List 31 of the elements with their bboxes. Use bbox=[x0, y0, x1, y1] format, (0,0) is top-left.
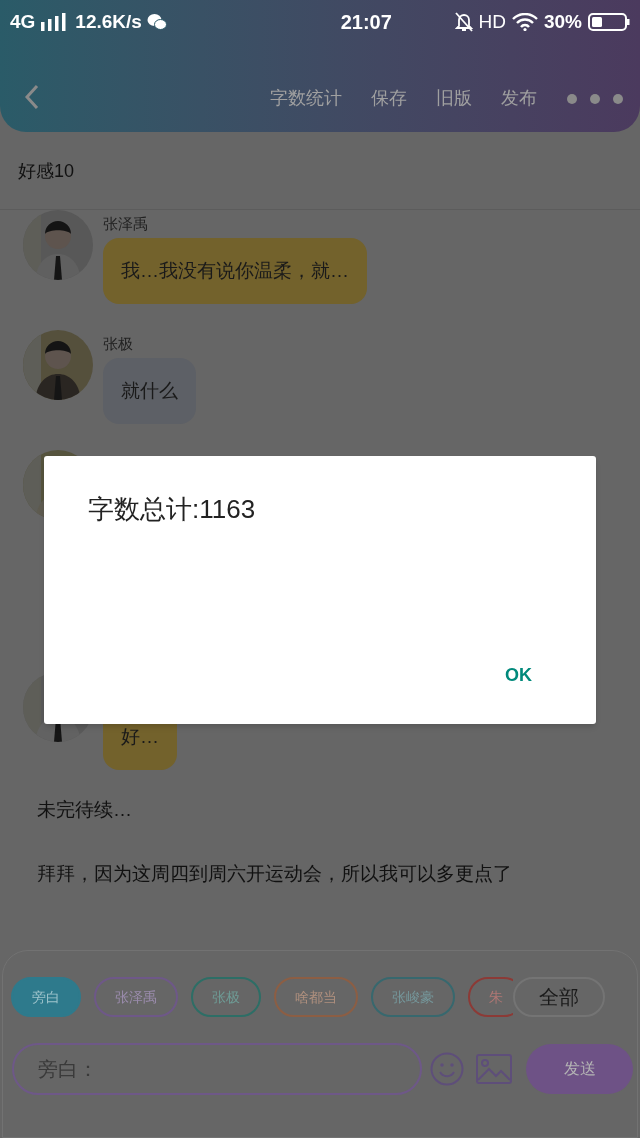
network-speed: 12.6K/s bbox=[75, 9, 142, 34]
network-type: 4G bbox=[10, 9, 36, 34]
battery-percent: 30% bbox=[543, 9, 582, 34]
narration-text: 拜拜，因为这周四到周六开运动会，所以我可以多更点了 bbox=[37, 862, 513, 886]
send-button[interactable]: 发送 bbox=[526, 1044, 633, 1094]
hd-label: HD bbox=[478, 9, 506, 34]
role-chip[interactable]: 张泽禹 bbox=[94, 977, 178, 1017]
image-icon[interactable] bbox=[476, 1054, 512, 1084]
subtitle: 好感10 bbox=[18, 160, 75, 183]
back-icon[interactable] bbox=[24, 84, 40, 110]
role-chip[interactable]: 旁白 bbox=[11, 977, 81, 1017]
header-action[interactable]: 发布 bbox=[501, 85, 537, 112]
bell-muted-icon bbox=[454, 12, 473, 32]
message-bubble: 就什么 bbox=[103, 358, 196, 424]
all-roles-button[interactable]: 全部 bbox=[513, 977, 605, 1017]
clock: 21:07 bbox=[339, 10, 392, 35]
role-chip[interactable]: 啥都当 bbox=[274, 977, 358, 1017]
header-action[interactable]: 旧版 bbox=[436, 85, 472, 112]
ok-button[interactable]: OK bbox=[505, 662, 532, 689]
message-bubble: 我…我没有说你温柔，就… bbox=[103, 238, 367, 304]
smiley-icon[interactable] bbox=[430, 1052, 464, 1086]
more-icon[interactable] bbox=[566, 92, 624, 105]
speaker-name: 张泽禹 bbox=[103, 214, 149, 234]
dialog-message: 字数总计:1163 bbox=[88, 493, 256, 526]
narration-text: 未完待续… bbox=[37, 798, 133, 822]
header-action[interactable]: 保存 bbox=[371, 85, 407, 112]
speaker-name: 张极 bbox=[103, 334, 134, 354]
signal-icon bbox=[40, 13, 67, 31]
header-action[interactable]: 字数统计 bbox=[270, 85, 342, 112]
battery-icon bbox=[588, 12, 630, 32]
wifi-icon bbox=[511, 13, 538, 31]
